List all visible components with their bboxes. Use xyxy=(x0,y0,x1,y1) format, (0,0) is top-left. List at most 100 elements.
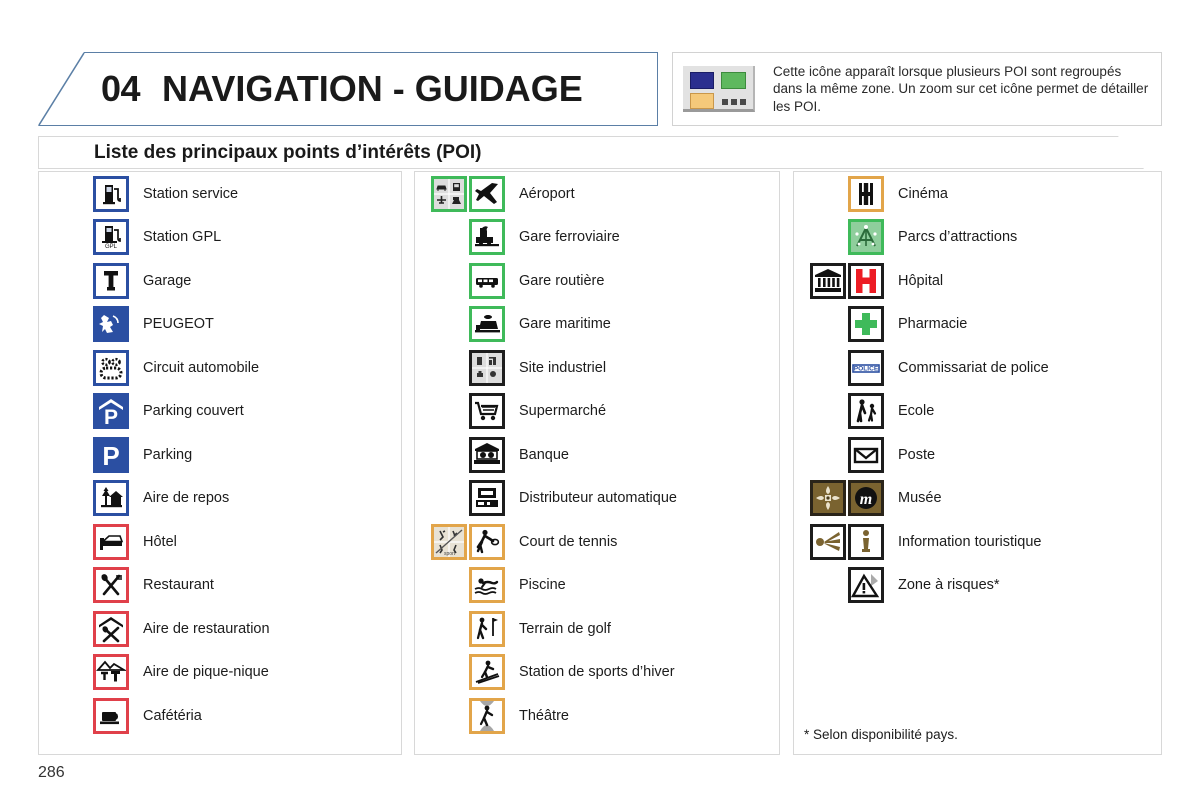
poi-label: Aire de restauration xyxy=(143,620,270,637)
cinema-film-icon xyxy=(848,175,884,212)
poi-label: Site industriel xyxy=(519,359,607,376)
poi-label: Station de sports d’hiver xyxy=(519,664,675,681)
poi-row[interactable]: Zone à risques* xyxy=(794,564,1161,608)
poi-row[interactable]: Théâtre xyxy=(415,694,779,738)
poi-label: Information touristique xyxy=(898,533,1042,550)
poi-label: Gare maritime xyxy=(519,316,611,333)
poi-row[interactable]: Aéroport xyxy=(415,172,779,216)
lpg-pump-icon: GPL xyxy=(93,219,129,256)
poi-row[interactable]: Station service xyxy=(39,172,401,216)
icon-slot xyxy=(43,523,129,560)
poi-label: Théâtre xyxy=(519,707,569,724)
poi-row[interactable]: Hôpital xyxy=(794,259,1161,303)
poi-label: Commissariat de police xyxy=(898,359,1049,376)
poi-row[interactable]: Station de sports d’hiver xyxy=(415,651,779,695)
train-station-icon xyxy=(469,219,505,256)
icon-slot xyxy=(419,219,505,256)
svg-text:P: P xyxy=(102,441,119,470)
svg-text:POLICE: POLICE xyxy=(854,365,879,372)
picnic-area-icon xyxy=(93,654,129,691)
page-number: 286 xyxy=(38,764,65,781)
bank-icon xyxy=(469,436,505,473)
poi-row[interactable]: Gare routière xyxy=(415,259,779,303)
poi-label: Distributeur automatique xyxy=(519,490,677,507)
poi-row[interactable]: Garage xyxy=(39,259,401,303)
poi-row[interactable]: Gare ferroviaire xyxy=(415,216,779,260)
poi-row[interactable]: Parcs d’attractions xyxy=(794,216,1161,260)
industrial-cluster-icon xyxy=(469,349,505,386)
footnote-text: * Selon disponibilité pays. xyxy=(804,727,958,742)
icon-slot xyxy=(798,175,884,212)
icon-slot xyxy=(419,306,505,343)
poi-row[interactable]: Banque xyxy=(415,433,779,477)
poi-label: Ecole xyxy=(898,403,935,420)
restaurant-cutlery-icon xyxy=(93,567,129,604)
poi-label: Supermarché xyxy=(519,403,607,420)
poi-label: Zone à risques* xyxy=(898,577,1000,594)
poi-row[interactable]: P Parking couvert xyxy=(39,390,401,434)
poi-row[interactable]: POLICE Commissariat de police xyxy=(794,346,1161,390)
poi-row[interactable]: Cinéma xyxy=(794,172,1161,216)
poi-row[interactable]: Pharmacie xyxy=(794,303,1161,347)
poi-label: Garage xyxy=(143,272,192,289)
poi-row[interactable]: Aire de restauration xyxy=(39,607,401,651)
public-building-icon xyxy=(810,262,846,299)
poi-row[interactable]: Information touristique xyxy=(794,520,1161,564)
icon-slot: POLICE xyxy=(798,349,884,386)
poi-label: Hôpital xyxy=(898,272,944,289)
icon-slot: GPL xyxy=(43,219,129,256)
poi-label: Aéroport xyxy=(519,185,575,202)
poi-row[interactable]: Hôtel xyxy=(39,520,401,564)
poi-row[interactable]: Terrain de golf xyxy=(415,607,779,651)
poi-row[interactable]: Site industriel xyxy=(415,346,779,390)
poi-row[interactable]: Aire de pique-nique xyxy=(39,651,401,695)
poi-label: Terrain de golf xyxy=(519,620,611,637)
poi-row[interactable]: Distributeur automatique xyxy=(415,477,779,521)
sport-cluster-icon: sport xyxy=(431,523,467,560)
icon-slot xyxy=(798,436,884,473)
poi-row[interactable]: m Musée xyxy=(794,477,1161,521)
poi-label: Pharmacie xyxy=(898,316,968,333)
poi-label: Parking xyxy=(143,446,193,463)
poi-label: Musée xyxy=(898,490,942,507)
airplane-icon xyxy=(469,175,505,212)
icon-slot xyxy=(419,436,505,473)
icon-slot xyxy=(419,175,505,212)
poi-row[interactable]: Cafétéria xyxy=(39,694,401,738)
cafeteria-cup-icon xyxy=(93,697,129,734)
poi-label: Circuit automobile xyxy=(143,359,260,376)
chapter-number: 04 xyxy=(101,68,141,109)
poi-row[interactable]: Aire de repos xyxy=(39,477,401,521)
poi-row[interactable]: Piscine xyxy=(415,564,779,608)
poi-label: Court de tennis xyxy=(519,533,618,550)
poi-row[interactable]: Circuit automobile xyxy=(39,346,401,390)
poi-row[interactable]: sport Court de tennis xyxy=(415,520,779,564)
poi-row[interactable]: GPL Station GPL xyxy=(39,216,401,260)
icon-slot xyxy=(419,393,505,430)
theatre-icon xyxy=(469,697,505,734)
golf-icon xyxy=(469,610,505,647)
section-title: Liste des principaux points d’intérêts (… xyxy=(94,141,482,163)
chapter-title: NAVIGATION - GUIDAGE xyxy=(162,68,583,109)
poi-row[interactable]: P Parking xyxy=(39,433,401,477)
poi-row[interactable]: Supermarché xyxy=(415,390,779,434)
poi-row[interactable]: Poste xyxy=(794,433,1161,477)
poi-label: Hôtel xyxy=(143,533,177,550)
svg-text:m: m xyxy=(860,491,872,508)
poi-row[interactable]: Restaurant xyxy=(39,564,401,608)
icon-slot xyxy=(419,262,505,299)
shopping-cart-icon xyxy=(469,393,505,430)
poi-label: Cinéma xyxy=(898,185,948,202)
poi-row[interactable]: Gare maritime xyxy=(415,303,779,347)
poi-row[interactable]: Ecole xyxy=(794,390,1161,434)
ferry-terminal-icon xyxy=(469,306,505,343)
icon-slot xyxy=(419,654,505,691)
page-header: 04 NAVIGATION - GUIDAGE Cette icône appa… xyxy=(38,52,1162,126)
icon-slot xyxy=(43,654,129,691)
parking-icon: P xyxy=(93,436,129,473)
museum-m-icon: m xyxy=(848,480,884,517)
poi-row[interactable]: PEUGEOT xyxy=(39,303,401,347)
icon-slot xyxy=(419,567,505,604)
icon-slot xyxy=(43,697,129,734)
risk-zone-warning-icon xyxy=(848,567,884,604)
